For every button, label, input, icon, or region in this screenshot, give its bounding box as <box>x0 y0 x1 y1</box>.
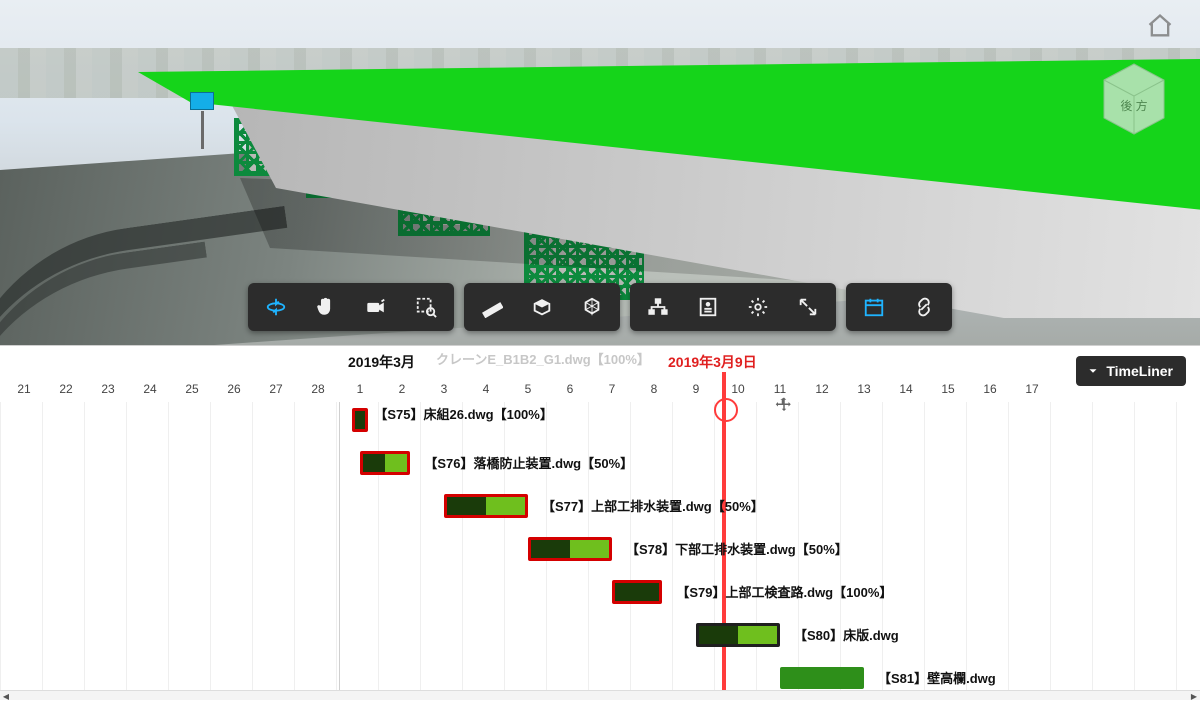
timeliner-toggle-label: TimeLiner <box>1106 363 1173 379</box>
day-tick: 4 <box>483 382 490 396</box>
task-label: 【S81】壁高欄.dwg <box>878 668 996 687</box>
day-tick: 14 <box>899 382 912 396</box>
info-sign <box>190 92 214 110</box>
task-label: 【S75】床組26.dwg【100%】 <box>374 404 552 423</box>
chevron-down-icon <box>1086 364 1100 378</box>
day-scale: 2122232425262728123456789101112131415161… <box>0 382 1200 404</box>
day-tick: 12 <box>815 382 828 396</box>
timeliner-panel: クレーンE_B1B2_G1.dwg【100%】 2019年3月 2019年3月9… <box>0 345 1200 700</box>
task-label: 【S77】上部工排水装置.dwg【50%】 <box>542 496 764 515</box>
viewcube[interactable]: 後 方 <box>1086 52 1182 142</box>
day-tick: 24 <box>143 382 156 396</box>
day-tick: 17 <box>1025 382 1038 396</box>
horizontal-scrollbar[interactable]: ◀ ▶ <box>0 690 1200 700</box>
task-label: 【S76】落橋防止装置.dwg【50%】 <box>424 453 633 472</box>
task-row: 【S79】上部工検査路.dwg【100%】 <box>0 574 1200 612</box>
task-bar[interactable] <box>780 667 864 689</box>
task-bar[interactable] <box>696 623 780 647</box>
task-row: 【S78】下部工排水装置.dwg【50%】 <box>0 531 1200 569</box>
day-tick: 3 <box>441 382 448 396</box>
day-tick: 13 <box>857 382 870 396</box>
tool-group-panels <box>630 283 836 331</box>
task-label: 【S78】下部工排水装置.dwg【50%】 <box>626 539 848 558</box>
day-tick: 28 <box>311 382 324 396</box>
task-label: 【S79】上部工検査路.dwg【100%】 <box>676 582 892 601</box>
day-tick: 1 <box>357 382 364 396</box>
home-icon <box>1146 12 1174 40</box>
section-button[interactable] <box>518 287 566 327</box>
task-bar[interactable] <box>528 537 612 561</box>
day-tick: 9 <box>693 382 700 396</box>
link-button[interactable] <box>900 287 948 327</box>
day-tick: 27 <box>269 382 282 396</box>
day-tick: 26 <box>227 382 240 396</box>
measure-button[interactable] <box>468 287 516 327</box>
structure-button[interactable] <box>634 287 682 327</box>
home-button[interactable] <box>1146 12 1174 40</box>
day-tick: 15 <box>941 382 954 396</box>
month-label: 2019年3月 <box>348 352 415 372</box>
current-date-label: 2019年3月9日 <box>668 352 757 372</box>
fit-button[interactable] <box>402 287 450 327</box>
day-tick: 11 <box>774 382 786 396</box>
task-bar[interactable] <box>360 451 410 475</box>
viewer-toolbar <box>248 283 952 331</box>
task-bar[interactable] <box>612 580 662 604</box>
tool-group-ext <box>846 283 952 331</box>
task-label: 【S80】床版.dwg <box>794 625 899 644</box>
tool-group-inspect <box>464 283 620 331</box>
orbit-button[interactable] <box>252 287 300 327</box>
day-tick: 25 <box>185 382 198 396</box>
ghost-task-label: クレーンE_B1B2_G1.dwg【100%】 <box>436 349 650 368</box>
day-tick: 8 <box>651 382 658 396</box>
camera-button[interactable] <box>352 287 400 327</box>
day-tick: 16 <box>983 382 996 396</box>
task-row: 【S76】落橋防止装置.dwg【50%】 <box>0 445 1200 483</box>
viewcube-face-label: 後 方 <box>1120 98 1147 113</box>
day-tick: 6 <box>567 382 574 396</box>
task-row: 【S80】床版.dwg <box>0 617 1200 655</box>
day-tick: 21 <box>17 382 30 396</box>
task-bar[interactable] <box>444 494 528 518</box>
day-tick: 2 <box>399 382 406 396</box>
timeliner-button[interactable] <box>850 287 898 327</box>
pan-button[interactable] <box>302 287 350 327</box>
day-tick: 5 <box>525 382 532 396</box>
fullscreen-button[interactable] <box>784 287 832 327</box>
tool-group-nav <box>248 283 454 331</box>
task-row: 【S75】床組26.dwg【100%】 <box>0 402 1200 440</box>
explode-button[interactable] <box>568 287 616 327</box>
day-tick: 23 <box>101 382 114 396</box>
viewport-3d[interactable]: 後 方 <box>0 0 1200 345</box>
properties-button[interactable] <box>684 287 732 327</box>
settings-button[interactable] <box>734 287 782 327</box>
day-tick: 7 <box>609 382 616 396</box>
day-tick: 10 <box>731 382 744 396</box>
task-row: 【S77】上部工排水装置.dwg【50%】 <box>0 488 1200 526</box>
task-bar[interactable] <box>352 408 369 432</box>
day-tick: 22 <box>59 382 72 396</box>
